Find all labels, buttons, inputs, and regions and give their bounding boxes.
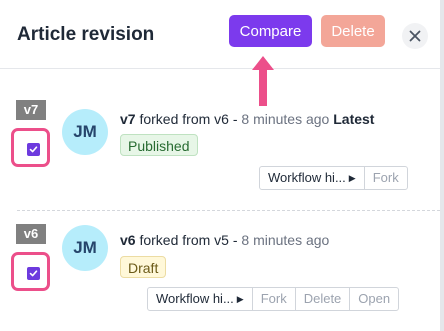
page-title: Article revision	[17, 24, 155, 45]
workflow-history-label: Workflow hi...	[156, 291, 234, 306]
checkbox-highlight	[11, 252, 50, 291]
version-tag: v7	[16, 100, 46, 120]
latest-label: Latest	[333, 111, 375, 127]
close-button[interactable]	[402, 23, 428, 49]
revision-panel: Article revision Compare Delete v7 JM v7…	[0, 0, 440, 331]
caret-right-icon: ▶	[348, 173, 356, 183]
delete-revision-button[interactable]: Delete	[294, 288, 350, 310]
close-icon	[409, 30, 421, 42]
revision-title-line: v6 forked from v5 - 8 minutes ago	[120, 232, 329, 248]
revision-time: 8 minutes ago	[241, 111, 330, 127]
revision-time: 8 minutes ago	[241, 232, 330, 248]
workflow-history-button[interactable]: Workflow hi... ▶	[148, 288, 252, 310]
check-icon	[29, 146, 38, 153]
status-badge: Draft	[120, 256, 167, 278]
revision-checkbox[interactable]	[27, 267, 40, 280]
revision-actions: Workflow hi... ▶ Fork Delete Open	[147, 287, 400, 311]
revision-row: v7 JM v7 forked from v6 - 8 minutes ago …	[0, 100, 440, 210]
revision-row: v6 JM v6 forked from v5 - 8 minutes ago …	[0, 224, 440, 331]
forked-text: forked from v6 -	[139, 111, 238, 127]
scrollbar[interactable]	[440, 0, 444, 331]
row-divider	[17, 210, 440, 211]
fork-button[interactable]: Fork	[363, 167, 407, 189]
fork-button[interactable]: Fork	[251, 288, 295, 310]
open-button[interactable]: Open	[349, 288, 398, 310]
status-badge: Published	[120, 134, 198, 156]
version-tag: v6	[16, 224, 46, 244]
revision-actions: Workflow hi... ▶ Fork	[259, 166, 408, 190]
avatar: JM	[62, 225, 108, 271]
revision-title-line: v7 forked from v6 - 8 minutes ago Latest	[120, 111, 374, 127]
revision-checkbox[interactable]	[27, 143, 40, 156]
avatar: JM	[62, 109, 108, 155]
revision-title: v7	[120, 111, 136, 127]
forked-text: forked from v5 -	[139, 232, 238, 248]
revision-title: v6	[120, 232, 136, 248]
delete-button[interactable]: Delete	[321, 15, 385, 47]
compare-button[interactable]: Compare	[229, 15, 312, 47]
panel-header: Article revision Compare Delete	[0, 0, 440, 69]
checkbox-highlight	[11, 128, 50, 167]
workflow-history-button[interactable]: Workflow hi... ▶	[260, 167, 364, 189]
workflow-history-label: Workflow hi...	[268, 170, 346, 185]
check-icon	[29, 270, 38, 277]
caret-right-icon: ▶	[236, 294, 244, 304]
